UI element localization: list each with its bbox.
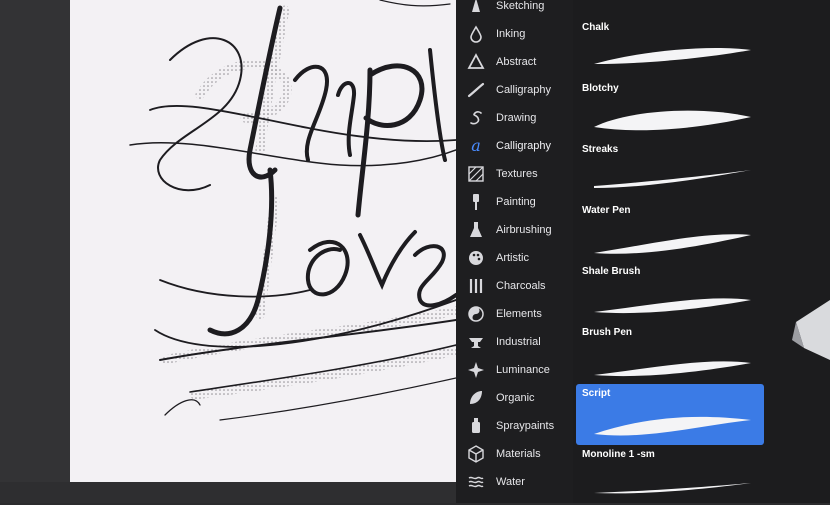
category-item-elements[interactable]: Elements <box>456 300 573 328</box>
category-label: Materials <box>496 448 541 460</box>
category-item-drawing[interactable]: Drawing <box>456 104 573 132</box>
category-item-luminance[interactable]: Luminance <box>456 356 573 384</box>
brush-stroke-preview <box>594 361 751 377</box>
category-label: Airbrushing <box>496 224 552 236</box>
brush-item-monoline-1-sm[interactable]: Monoline 1 -sm <box>576 445 764 505</box>
category-item-sketching[interactable]: Sketching <box>456 0 573 20</box>
category-item-painting[interactable]: Painting <box>456 188 573 216</box>
brush-stroke-preview <box>594 298 751 314</box>
swirl-icon <box>466 108 486 128</box>
charcoal-sticks-icon <box>466 276 486 296</box>
sparkle-icon <box>466 360 486 380</box>
script-lovers-artwork <box>129 0 456 421</box>
brush-name: Blotchy <box>582 83 619 94</box>
brush-item-brush-pen[interactable]: Brush Pen <box>576 323 764 383</box>
category-label: Inking <box>496 28 526 40</box>
brush-name: Brush Pen <box>582 327 633 338</box>
category-item-industrial[interactable]: Industrial <box>456 328 573 356</box>
category-item-artistic[interactable]: Artistic <box>456 244 573 272</box>
brush-name: Monoline 1 -sm <box>582 449 655 460</box>
category-item-inking[interactable]: Inking <box>456 20 573 48</box>
brush-stroke-preview <box>594 47 751 64</box>
category-item-spraypaints[interactable]: Spraypaints <box>456 412 573 440</box>
waves-icon <box>466 472 486 492</box>
palette-icon <box>466 248 486 268</box>
brush-name: Script <box>582 388 611 399</box>
category-item-textures[interactable]: Textures <box>456 160 573 188</box>
category-item-water[interactable]: Water <box>456 468 573 496</box>
brush-item-water-pen[interactable]: Water Pen <box>576 201 764 261</box>
calligraphy-stroke-icon <box>466 80 486 100</box>
spray-can-icon <box>466 416 486 436</box>
category-item-airbrushing[interactable]: Airbrushing <box>456 216 573 244</box>
category-item-organic[interactable]: Organic <box>456 384 573 412</box>
brush-stroke-preview <box>594 483 751 494</box>
category-item-charcoals[interactable]: Charcoals <box>456 272 573 300</box>
brush-stroke-preview <box>594 416 751 436</box>
brush-item-blotchy[interactable]: Blotchy <box>576 79 764 139</box>
brush-stroke-preview <box>594 110 751 131</box>
brush-item-streaks[interactable]: Streaks <box>576 140 764 200</box>
category-item-calligraphy[interactable]: Calligraphy <box>456 76 573 104</box>
category-label: Luminance <box>496 364 550 376</box>
category-item-abstract[interactable]: Abstract <box>456 48 573 76</box>
apple-pencil-stylus <box>792 300 830 360</box>
category-label: Organic <box>496 392 535 404</box>
category-label: Spraypaints <box>496 420 555 432</box>
triangle-icon <box>466 52 486 72</box>
category-label: Charcoals <box>496 280 546 292</box>
brush-library-panel: Sketching Inking Abstract Calligraphy Drawin… <box>456 0 830 503</box>
category-label: Water <box>496 476 525 488</box>
category-label: Industrial <box>496 336 541 348</box>
brush-name: Streaks <box>582 144 619 155</box>
brush-category-list[interactable]: Sketching Inking Abstract Calligraphy Drawin… <box>456 0 573 503</box>
brush-item-shale-brush[interactable]: Shale Brush <box>576 262 764 322</box>
category-label: Artistic <box>496 252 529 264</box>
category-label: Abstract <box>496 56 537 68</box>
brush-name: Chalk <box>582 22 610 33</box>
paint-brush-icon <box>466 192 486 212</box>
brush-item-script[interactable]: Script <box>576 384 764 445</box>
brush-stroke-preview <box>594 234 751 254</box>
category-label: Painting <box>496 196 536 208</box>
yin-yang-icon <box>466 304 486 324</box>
brush-item-chalk[interactable]: Chalk <box>576 18 764 78</box>
script-a-icon: a <box>466 136 486 156</box>
category-label: Calligraphy <box>496 140 552 152</box>
device-bezel-left <box>0 0 70 503</box>
texture-grid-icon <box>466 164 486 184</box>
device-bezel-bottom <box>0 482 456 503</box>
airbrush-icon <box>466 220 486 240</box>
pencil-tip-icon <box>466 0 486 16</box>
category-label: Drawing <box>496 112 537 124</box>
brush-stroke-preview <box>594 170 751 188</box>
category-label: Calligraphy <box>496 84 552 96</box>
svg-text:a: a <box>471 136 481 155</box>
brush-name: Water Pen <box>582 205 631 216</box>
brush-list[interactable]: Chalk Blotchy Streaks Water Pen Shale Brush B… <box>576 0 830 503</box>
brush-name: Shale Brush <box>582 266 641 277</box>
category-item-materials[interactable]: Materials <box>456 440 573 468</box>
category-item-calligraphy[interactable]: a Calligraphy <box>456 132 573 160</box>
anvil-icon <box>466 332 486 352</box>
cube-icon <box>466 444 486 464</box>
category-label: Sketching <box>496 0 545 12</box>
category-label: Elements <box>496 308 542 320</box>
ink-drop-icon <box>466 24 486 44</box>
category-label: Textures <box>496 168 538 180</box>
drawing-canvas[interactable] <box>70 0 456 482</box>
leaf-icon <box>466 388 486 408</box>
